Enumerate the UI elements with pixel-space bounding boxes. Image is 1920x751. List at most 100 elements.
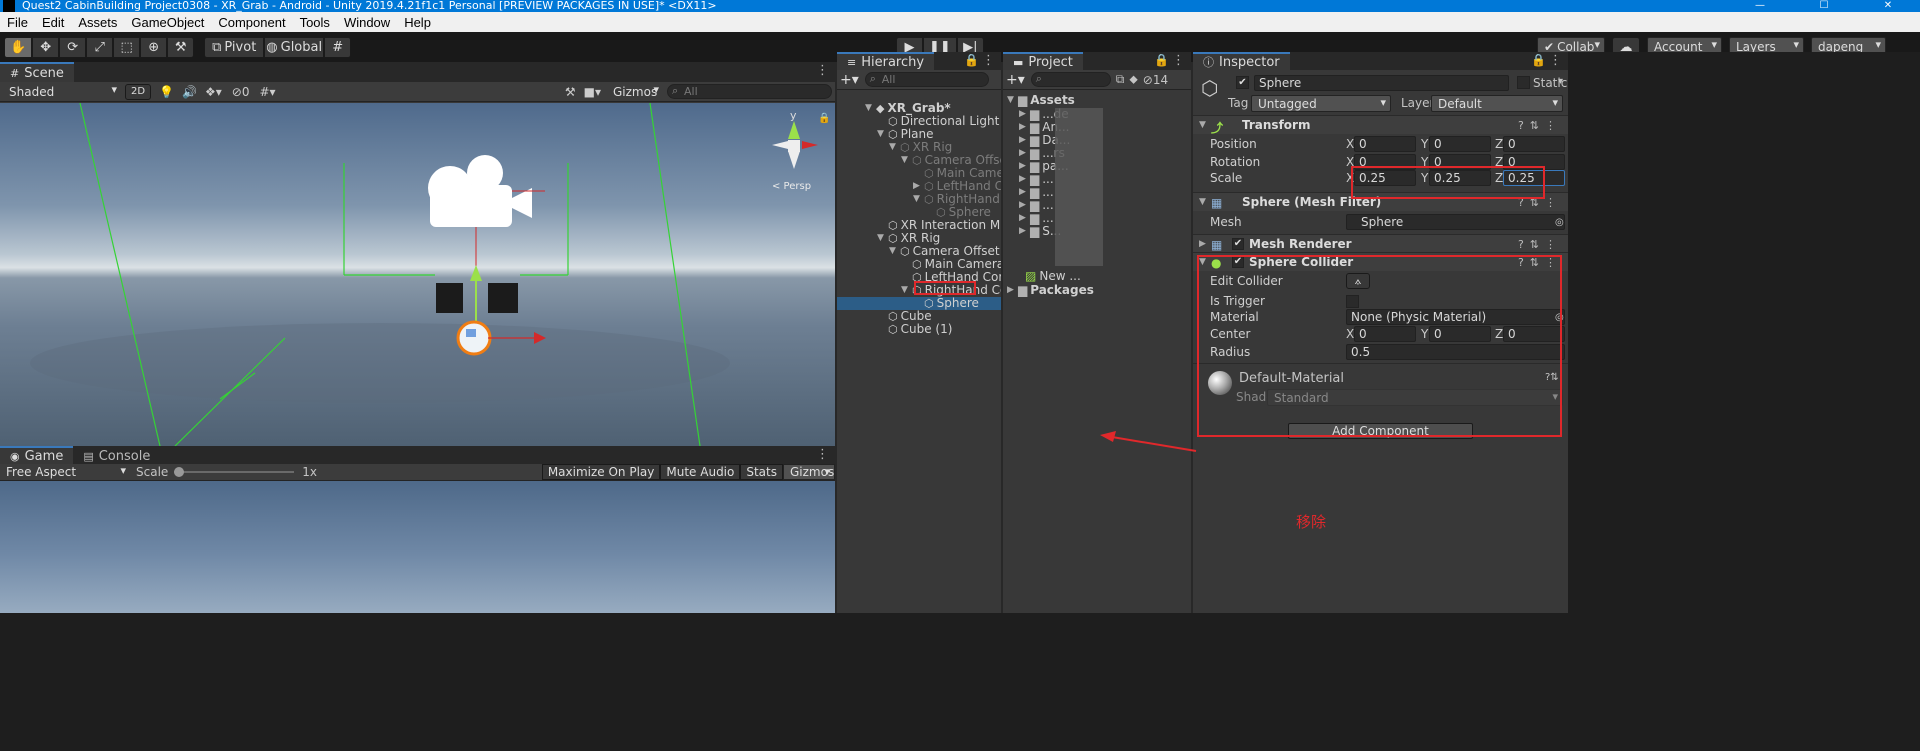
foldout-closed-icon[interactable]: ▶ [1019, 108, 1030, 121]
hidden-objects-icon[interactable]: ⊘ [232, 85, 242, 99]
foldout-open-icon[interactable]: ▼ [865, 102, 876, 115]
game-menu-icon[interactable]: ⋮ [816, 447, 829, 462]
mesh-renderer-enabled-checkbox[interactable]: ✔ [1232, 238, 1244, 250]
foldout-open-icon[interactable]: ▼ [1199, 120, 1206, 130]
inspector-lock-icon[interactable]: 🔒 [1531, 53, 1546, 67]
scale-slider-thumb[interactable] [174, 467, 185, 477]
project-add-button[interactable]: +▾ [1006, 72, 1025, 88]
aspect-dropdown[interactable]: Free Aspect [0, 464, 130, 480]
effects-icon[interactable]: ❖▾ [205, 85, 222, 99]
scale-tool-button[interactable]: ⤢ [86, 36, 114, 58]
scene-viewport[interactable]: y < Persp 🔒 [0, 103, 835, 446]
menu-component[interactable]: Component [211, 15, 292, 30]
foldout-open-icon[interactable]: ▼ [889, 141, 900, 154]
rotate-tool-button[interactable]: ⟳ [59, 36, 87, 58]
static-dropdown-icon[interactable]: ▾ [1558, 76, 1563, 87]
foldout-open-icon[interactable]: ▼ [877, 128, 888, 141]
tab-game[interactable]: ◉ Game [0, 446, 74, 464]
rect-tool-button[interactable]: ⬚ [113, 36, 141, 58]
menu-assets[interactable]: Assets [71, 15, 124, 30]
menu-window[interactable]: Window [337, 15, 397, 30]
close-icon[interactable]: ✕ [1856, 0, 1920, 12]
project-packages-root[interactable]: ▶ ▆ Packages [1007, 284, 1094, 297]
menu-file[interactable]: File [0, 15, 35, 30]
camera-gizmo-icon[interactable] [428, 155, 545, 227]
foldout-closed-icon[interactable]: ▶ [1019, 160, 1030, 173]
tab-scene[interactable]: # Scene [0, 62, 74, 82]
hierarchy-menu-icon[interactable]: ⋮ [982, 53, 995, 68]
menu-gameobject[interactable]: GameObject [124, 15, 211, 30]
project-assets-root[interactable]: ▼ ▆ Assets [1007, 94, 1075, 107]
audio-icon[interactable]: 🔊 [182, 85, 197, 99]
foldout-closed-icon[interactable]: ▶ [1019, 134, 1030, 147]
pivot-toggle[interactable]: ⧉ Pivot [204, 36, 265, 58]
hidden-packages-icon[interactable]: ⊘ [1143, 73, 1153, 87]
foldout-closed-icon[interactable]: ▶ [1019, 173, 1030, 186]
cube-object[interactable] [436, 283, 463, 313]
position-x-field[interactable]: 0 [1354, 136, 1416, 152]
foldout-closed-icon[interactable]: ▶ [1019, 212, 1030, 225]
position-z-field[interactable]: 0 [1503, 136, 1565, 152]
game-viewport[interactable] [0, 481, 835, 613]
tools-icon[interactable]: ⚒ [565, 85, 576, 99]
move-tool-button[interactable]: ✥ [32, 36, 60, 58]
custom-tool-button[interactable]: ⚒ [167, 36, 195, 58]
position-y-field[interactable]: 0 [1429, 136, 1491, 152]
transform-tool-button[interactable]: ⊕ [140, 36, 168, 58]
menu-tools[interactable]: Tools [293, 15, 337, 30]
foldout-open-icon[interactable]: ▼ [889, 245, 900, 258]
tab-console[interactable]: ▤ Console [73, 446, 161, 464]
mute-audio-toggle[interactable]: Mute Audio [660, 464, 741, 480]
hierarchy-search-input[interactable]: All [864, 72, 989, 87]
object-name-field[interactable]: Sphere [1254, 75, 1509, 91]
scene-lock-icon[interactable]: 🔒 [818, 112, 830, 124]
foldout-closed-icon[interactable]: ▶ [1019, 186, 1030, 199]
tab-project[interactable]: ▬ Project [1003, 52, 1083, 70]
maximize-on-play-toggle[interactable]: Maximize On Play [541, 464, 661, 480]
lighting-icon[interactable]: 💡 [159, 85, 174, 99]
project-menu-icon[interactable]: ⋮ [1172, 53, 1185, 68]
filter-type-icon[interactable]: ⧉ [1116, 72, 1125, 87]
tag-dropdown[interactable]: Untagged [1251, 95, 1391, 112]
tab-hierarchy[interactable]: ≡ Hierarchy [837, 52, 935, 70]
foldout-closed-icon[interactable]: ▶ [913, 180, 924, 193]
hierarchy-item[interactable]: ⬡ Cube (1) [877, 323, 952, 337]
tab-inspector[interactable]: ⓘ Inspector [1193, 52, 1290, 70]
hierarchy-add-button[interactable]: +▾ [840, 72, 859, 88]
scene-menu-icon[interactable]: ⋮ [816, 63, 829, 78]
grid-toggle-icon[interactable]: #▾ [259, 85, 275, 99]
foldout-closed-icon[interactable]: ▶ [1019, 199, 1030, 212]
menu-edit[interactable]: Edit [35, 15, 71, 30]
active-checkbox[interactable]: ✔ [1236, 76, 1249, 89]
y-axis-handle-icon[interactable] [470, 265, 482, 281]
foldout-open-icon[interactable]: ▼ [901, 284, 912, 297]
global-toggle[interactable]: ◍ Global [264, 36, 325, 58]
foldout-open-icon[interactable]: ▼ [877, 232, 888, 245]
foldout-open-icon[interactable]: ▼ [1199, 197, 1206, 207]
sphere-object[interactable] [456, 320, 492, 356]
game-gizmos-dropdown[interactable]: Gizmos [783, 464, 835, 480]
orientation-gizmo-icon[interactable] [772, 121, 818, 169]
filter-label-icon[interactable]: ⬥ [1129, 72, 1137, 87]
inspector-menu-icon[interactable]: ⋮ [1549, 53, 1562, 68]
grid-snap-button[interactable]: # [324, 36, 352, 58]
project-new-item[interactable]: ▨ New ... [1025, 270, 1081, 283]
shading-mode-dropdown[interactable]: Shaded [3, 83, 121, 100]
camera-icon[interactable]: ■▾ [584, 85, 601, 99]
scale-slider[interactable] [174, 467, 295, 477]
static-checkbox[interactable] [1517, 76, 1530, 89]
foldout-closed-icon[interactable]: ▶ [1019, 121, 1030, 134]
foldout-closed-icon[interactable]: ▶ [1199, 239, 1206, 249]
component-help-settings-icons[interactable]: ?⇅⋮ [1518, 238, 1562, 251]
project-lock-icon[interactable]: 🔒 [1154, 53, 1169, 67]
gizmos-dropdown[interactable]: Gizmos [607, 83, 663, 100]
mesh-object-field[interactable]: Sphere [1346, 214, 1565, 230]
stats-toggle[interactable]: Stats [740, 464, 783, 480]
foldout-closed-icon[interactable]: ▶ [1019, 147, 1030, 160]
scene-search-input[interactable]: All [667, 84, 832, 99]
hierarchy-lock-icon[interactable]: 🔒 [964, 53, 979, 67]
2d-toggle[interactable]: 2D [125, 83, 152, 100]
layer-dropdown[interactable]: Default [1431, 95, 1563, 112]
cube-1-object[interactable] [488, 283, 518, 313]
minimize-icon[interactable]: — [1728, 0, 1792, 12]
